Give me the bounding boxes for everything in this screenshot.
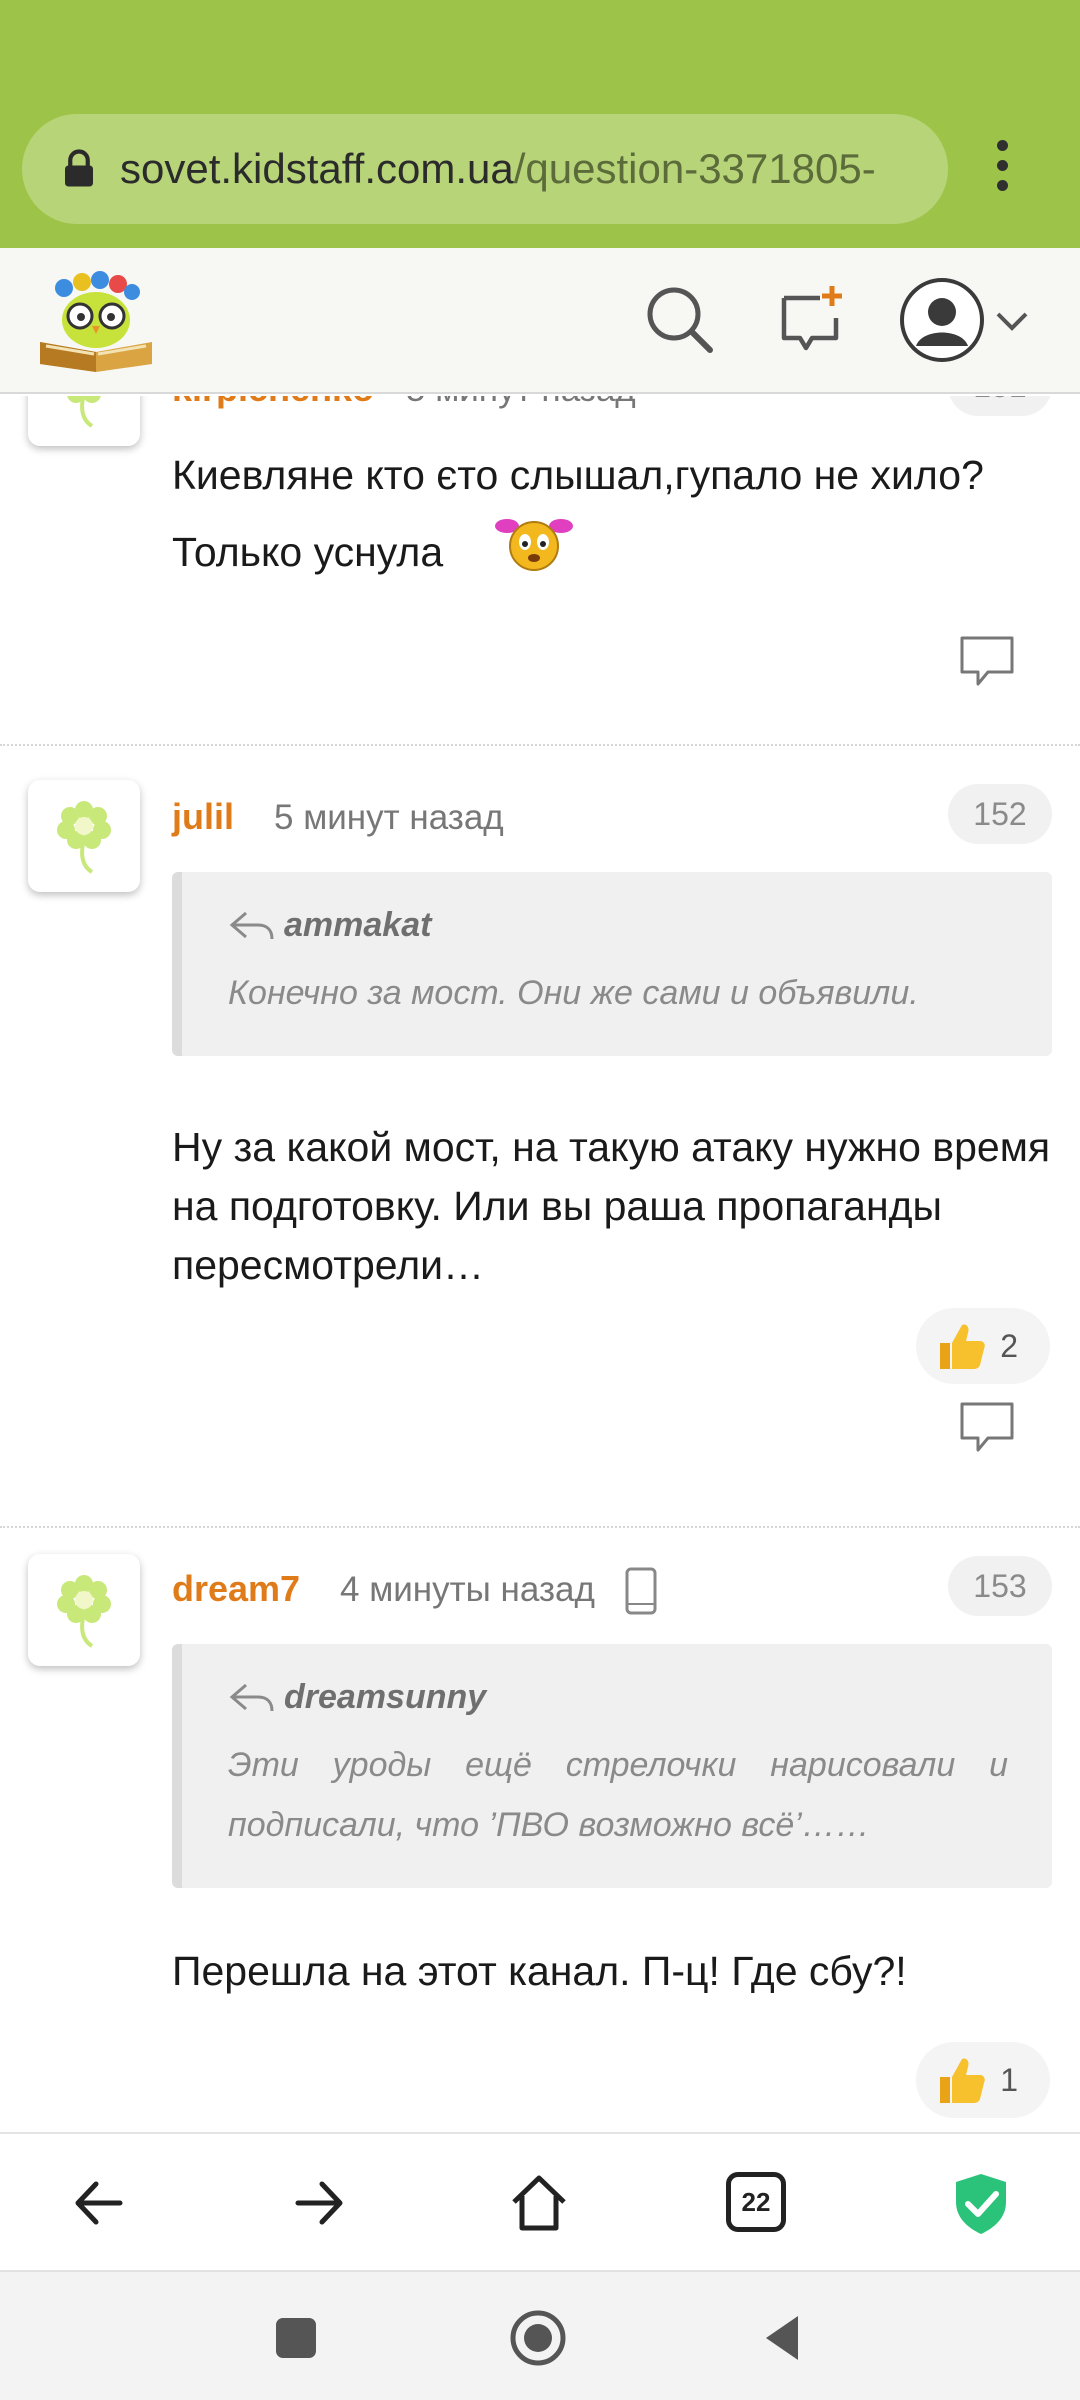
comment-item: dream7 4 минуты назад 153 dreamsunny Эти… xyxy=(0,1554,1080,2132)
reply-icon[interactable] xyxy=(958,634,1016,688)
comment-time: 5 минут назад xyxy=(406,396,636,410)
comments-feed: kirpichenko 5 минут назад 151 Киевляне к… xyxy=(0,396,1080,2132)
more-options-icon[interactable] xyxy=(984,140,1020,200)
site-logo[interactable] xyxy=(34,264,158,376)
comment-number-badge[interactable]: 151 xyxy=(948,396,1052,416)
comment-author[interactable]: julil xyxy=(172,796,234,838)
comment-body: Киевляне кто єто слышал,гупало не хило? … xyxy=(172,446,1072,582)
avatar[interactable] xyxy=(28,780,140,892)
comment-item: julil 5 минут назад 152 ammakat Конечно … xyxy=(0,780,1080,1452)
reply-arrow-icon xyxy=(229,1683,274,1711)
url-domain: sovet.kidstaff.com.ua xyxy=(120,145,514,192)
forward-arrow-icon[interactable] xyxy=(284,2168,354,2238)
comment-separator xyxy=(0,1526,1080,1528)
sleepy-smiley-icon xyxy=(495,518,574,571)
user-avatar-icon[interactable] xyxy=(900,278,984,362)
back-triangle-icon[interactable] xyxy=(752,2308,812,2368)
comment-author[interactable]: dream7 xyxy=(172,1568,300,1610)
search-icon[interactable] xyxy=(640,280,720,360)
comment-body-line: Киевляне кто єто слышал,гупало не хило? xyxy=(172,452,984,498)
quote-author-name: dreamsunny xyxy=(284,1678,487,1716)
back-arrow-icon[interactable] xyxy=(64,2168,134,2238)
add-comment-icon[interactable] xyxy=(772,280,852,360)
quote-author[interactable]: ammakat xyxy=(228,906,1008,945)
comment-item: kirpichenko 5 минут назад 151 Киевляне к… xyxy=(0,396,1080,746)
comment-body-line: Только уснула xyxy=(172,529,444,575)
like-button[interactable]: 2 xyxy=(916,1308,1050,1384)
lock-icon xyxy=(65,149,93,187)
thumbs-up-icon xyxy=(940,1324,985,1369)
tabs-button[interactable]: 22 xyxy=(726,2172,786,2232)
quote-block: dreamsunny Эти уроды ещё стрелочки нарис… xyxy=(172,1644,1052,1888)
browser-toolbar: sovet.kidstaff.com.ua/question-3371805- xyxy=(0,0,1080,248)
quote-author-name: ammakat xyxy=(284,906,432,944)
quote-text: Эти уроды ещё стрелочки нарисовали и под… xyxy=(228,1746,1008,1844)
comment-author[interactable]: kirpichenko xyxy=(172,396,374,410)
url-text: sovet.kidstaff.com.ua/question-3371805- xyxy=(120,114,940,224)
comment-time: 5 минут назад xyxy=(274,798,504,837)
home-circle-icon[interactable] xyxy=(508,2308,568,2368)
like-button[interactable]: 1 xyxy=(916,2042,1050,2118)
shield-check-icon[interactable] xyxy=(946,2168,1016,2238)
quote-text: Конечно за мост. Они же сами и объявили. xyxy=(228,974,919,1012)
url-path: /question-3371805- xyxy=(513,145,876,192)
system-nav-bar xyxy=(0,2270,1080,2400)
like-count: 1 xyxy=(1000,2061,1018,2098)
comment-number-badge[interactable]: 153 xyxy=(948,1556,1052,1616)
mobile-device-icon xyxy=(625,1567,657,1615)
quote-author[interactable]: dreamsunny xyxy=(228,1678,1008,1717)
flower-avatar-icon xyxy=(57,1575,111,1648)
tabs-count: 22 xyxy=(741,2186,771,2217)
reply-icon[interactable] xyxy=(958,1400,1016,1454)
avatar[interactable] xyxy=(28,396,140,446)
comment-number-badge[interactable]: 152 xyxy=(948,784,1052,844)
thumbs-up-icon xyxy=(940,2058,985,2103)
quote-block: ammakat Конечно за мост. Они же сами и о… xyxy=(172,872,1052,1056)
home-icon[interactable] xyxy=(504,2168,574,2238)
comment-body: Перешла на этот канал. П-ц! Где сбу?! xyxy=(172,1948,907,1994)
comment-time: 4 минуты назад xyxy=(340,1570,595,1609)
flower-avatar-icon xyxy=(67,396,101,428)
site-header xyxy=(0,248,1080,394)
comment-separator xyxy=(0,744,1080,746)
avatar[interactable] xyxy=(28,1554,140,1666)
recents-icon[interactable] xyxy=(266,2308,326,2368)
flower-avatar-icon xyxy=(57,801,111,874)
comment-body: Ну за какой мост, на такую атаку нужно в… xyxy=(172,1124,1051,1288)
chevron-down-icon[interactable] xyxy=(992,302,1032,342)
browser-bottom-nav: 22 xyxy=(0,2132,1080,2270)
like-count: 2 xyxy=(1000,1327,1018,1364)
address-bar[interactable]: sovet.kidstaff.com.ua/question-3371805- xyxy=(22,114,948,224)
reply-arrow-icon xyxy=(229,911,274,939)
